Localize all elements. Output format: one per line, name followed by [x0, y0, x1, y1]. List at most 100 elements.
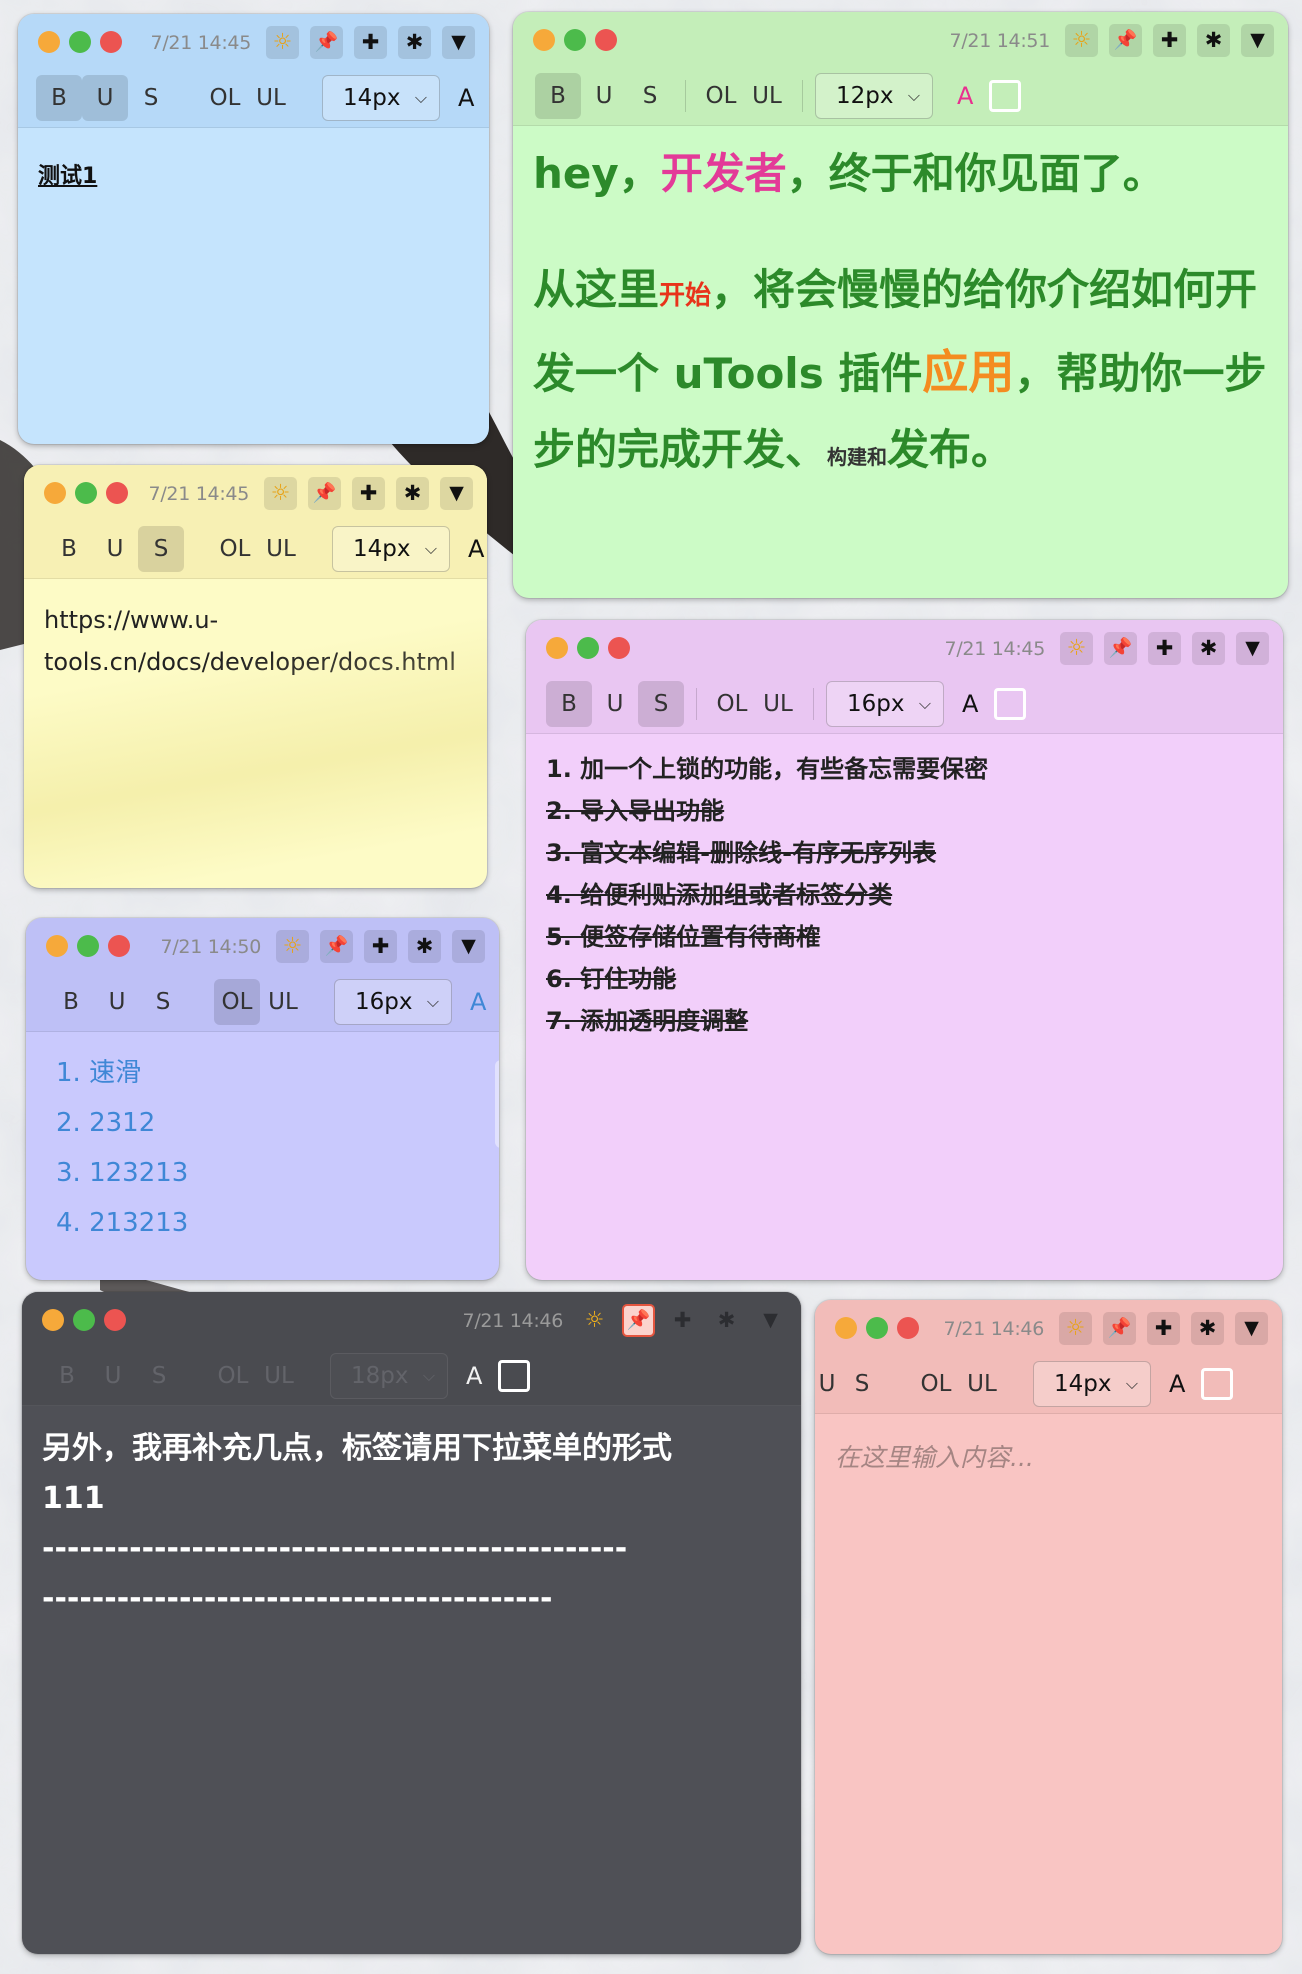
plus-icon[interactable]: ✚	[352, 477, 385, 510]
sticky-note-lavender[interactable]: 7/21 14:50 ☼ 📌 ✚ ✱ ▼ B U S OL UL 16px ⌵ A…	[26, 918, 499, 1280]
asterisk-icon[interactable]: ✱	[408, 930, 441, 963]
minimize-button[interactable]	[42, 1309, 64, 1331]
pin-icon[interactable]: 📌	[1103, 1312, 1136, 1345]
pin-icon[interactable]: 📌	[308, 477, 341, 510]
strike-button[interactable]: S	[136, 1353, 182, 1399]
underline-button[interactable]: U	[592, 681, 638, 727]
pin-icon[interactable]: 📌	[310, 26, 343, 59]
unordered-list-button[interactable]: UL	[959, 1361, 1005, 1407]
unordered-list-button[interactable]: UL	[256, 1353, 302, 1399]
plus-icon[interactable]: ✚	[666, 1304, 699, 1337]
sun-icon[interactable]: ☼	[276, 930, 309, 963]
text-color-button[interactable]: A	[962, 690, 978, 718]
sun-icon[interactable]: ☼	[264, 477, 297, 510]
text-color-button[interactable]: A	[957, 82, 973, 110]
text-color-button[interactable]: A	[466, 1362, 482, 1390]
close-button[interactable]	[108, 935, 130, 957]
background-color-swatch[interactable]	[1201, 1367, 1234, 1400]
asterisk-icon[interactable]: ✱	[1197, 24, 1230, 57]
close-button[interactable]	[595, 29, 617, 51]
unordered-list-button[interactable]: UL	[755, 681, 801, 727]
text-color-button[interactable]: A	[458, 84, 474, 112]
close-button[interactable]	[897, 1317, 919, 1339]
maximize-button[interactable]	[866, 1317, 888, 1339]
strike-button[interactable]: S	[839, 1361, 885, 1407]
font-size-select[interactable]: 18px ⌵	[330, 1352, 448, 1399]
sticky-note-dark[interactable]: 7/21 14:46 ☼ 📌 ✚ ✱ ▼ B U S OL UL 18px ⌵ A…	[22, 1292, 801, 1954]
ordered-list-button[interactable]: OL	[210, 1353, 256, 1399]
font-size-select[interactable]: 14px ⌵	[332, 525, 450, 572]
underline-button[interactable]: U	[82, 74, 128, 121]
underline-button[interactable]: U	[92, 526, 138, 572]
close-button[interactable]	[104, 1309, 126, 1331]
font-size-select[interactable]: 16px ⌵	[826, 680, 944, 727]
maximize-button[interactable]	[577, 637, 599, 659]
background-color-swatch[interactable]	[994, 687, 1027, 720]
text-color-button[interactable]: A	[470, 988, 486, 1016]
maximize-button[interactable]	[73, 1309, 95, 1331]
bold-button[interactable]: B	[546, 680, 592, 727]
sticky-note-blue[interactable]: 7/21 14:45 ☼ 📌 ✚ ✱ ▼ B U S OL UL 14px ⌵ A…	[18, 14, 489, 444]
bold-button[interactable]: B	[44, 1353, 90, 1399]
minimize-button[interactable]	[38, 31, 60, 53]
font-size-select[interactable]: 14px ⌵	[322, 74, 440, 121]
sun-icon[interactable]: ☼	[1060, 632, 1093, 665]
font-size-select[interactable]: 14px ⌵	[1033, 1360, 1151, 1407]
font-size-select[interactable]: 16px ⌵	[334, 978, 452, 1025]
unordered-list-button[interactable]: UL	[258, 526, 304, 572]
note-editor-placeholder[interactable]: 在这里输入内容...	[815, 1414, 1282, 1474]
bold-button[interactable]: B	[48, 979, 94, 1025]
plus-icon[interactable]: ✚	[354, 26, 387, 59]
strike-button[interactable]: S	[138, 525, 184, 572]
note-titlebar[interactable]: 7/21 14:46 ☼ 📌 ✚ ✱ ▼	[815, 1300, 1282, 1354]
close-button[interactable]	[608, 637, 630, 659]
asterisk-icon[interactable]: ✱	[1191, 1312, 1224, 1345]
maximize-button[interactable]	[564, 29, 586, 51]
underline-button[interactable]: U	[90, 1353, 136, 1399]
plus-icon[interactable]: ✚	[1147, 1312, 1180, 1345]
triangle-down-icon[interactable]: ▼	[452, 930, 485, 963]
note-titlebar[interactable]: 7/21 14:45 ☼ 📌 ✚ ✱ ▼	[24, 465, 487, 519]
ordered-list-button[interactable]: OL	[709, 681, 755, 727]
pin-icon[interactable]: 📌	[1109, 24, 1142, 57]
underline-button[interactable]: U	[815, 1361, 839, 1407]
maximize-button[interactable]	[69, 31, 91, 53]
note-editor[interactable]: hey，开发者，终于和你见面了。 从这里开始，将会慢慢的给你介绍如何开发一个 u…	[513, 126, 1288, 511]
background-color-swatch[interactable]	[498, 1359, 531, 1392]
asterisk-icon[interactable]: ✱	[710, 1304, 743, 1337]
note-editor[interactable]: 另外，我再补充几点，标签请用下拉菜单的形式 111 --------------…	[22, 1406, 801, 1640]
note-editor[interactable]: 1. 速滑 2. 2312 3. 123213 4. 213213	[26, 1032, 499, 1264]
underline-button[interactable]: U	[94, 979, 140, 1025]
strike-button[interactable]: S	[140, 979, 186, 1025]
sticky-note-purple[interactable]: 7/21 14:45 ☼ 📌 ✚ ✱ ▼ B U S OL UL 16px ⌵ A…	[526, 620, 1283, 1280]
ordered-list-button[interactable]: OL	[202, 75, 248, 121]
unordered-list-button[interactable]: UL	[744, 73, 790, 119]
scrollbar-thumb[interactable]	[495, 1060, 499, 1148]
minimize-button[interactable]	[44, 482, 66, 504]
note-titlebar[interactable]: 7/21 14:45 ☼ 📌 ✚ ✱ ▼	[18, 14, 489, 68]
sticky-note-green[interactable]: 7/21 14:51 ☼ 📌 ✚ ✱ ▼ B U S OL UL 12px ⌵ A…	[513, 12, 1288, 598]
note-editor[interactable]: 测试1	[18, 128, 489, 206]
strike-button[interactable]: S	[627, 73, 673, 119]
triangle-down-icon[interactable]: ▼	[1235, 1312, 1268, 1345]
close-button[interactable]	[106, 482, 128, 504]
minimize-button[interactable]	[835, 1317, 857, 1339]
text-color-button[interactable]: A	[468, 535, 484, 563]
bold-button[interactable]: B	[36, 74, 82, 121]
pin-icon[interactable]: 📌	[622, 1304, 655, 1337]
pin-icon[interactable]: 📌	[320, 930, 353, 963]
background-color-swatch[interactable]	[989, 79, 1022, 112]
text-color-button[interactable]: A	[1169, 1370, 1185, 1398]
font-size-select[interactable]: 12px ⌵	[815, 72, 933, 119]
ordered-list-button[interactable]: OL	[214, 978, 260, 1025]
bold-button[interactable]: B	[535, 72, 581, 119]
sticky-note-yellow[interactable]: 7/21 14:45 ☼ 📌 ✚ ✱ ▼ B U S OL UL 14px ⌵ A…	[24, 465, 487, 888]
sun-icon[interactable]: ☼	[578, 1304, 611, 1337]
sticky-note-pink[interactable]: 7/21 14:46 ☼ 📌 ✚ ✱ ▼ U S OL UL 14px ⌵ A 在…	[815, 1300, 1282, 1954]
asterisk-icon[interactable]: ✱	[398, 26, 431, 59]
unordered-list-button[interactable]: UL	[260, 979, 306, 1025]
note-editor[interactable]: 1. 加一个上锁的功能，有些备忘需要保密 2. 导入导出功能 3. 富文本编辑-…	[526, 734, 1283, 1058]
plus-icon[interactable]: ✚	[1153, 24, 1186, 57]
pin-icon[interactable]: 📌	[1104, 632, 1137, 665]
note-titlebar[interactable]: 7/21 14:50 ☼ 📌 ✚ ✱ ▼	[26, 918, 499, 972]
